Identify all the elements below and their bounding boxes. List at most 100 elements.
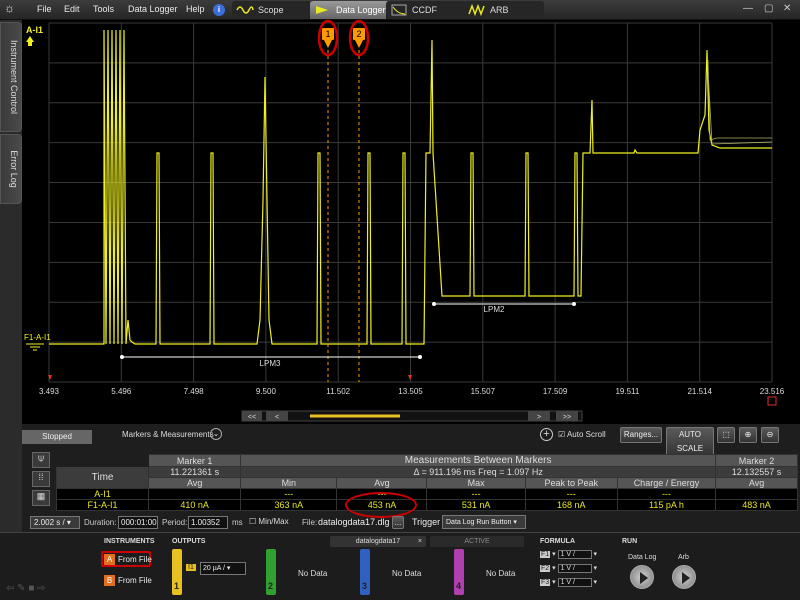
tab-scope[interactable]: Scope	[232, 1, 312, 19]
marker-2-label: 2	[356, 29, 361, 39]
check-icon: ☑	[558, 430, 567, 439]
side-tab-label: Instrument Control	[9, 39, 19, 115]
time-per-div-select[interactable]: 2.002 s / ▾	[30, 516, 80, 529]
x-tick-label: 7.498	[184, 387, 205, 396]
plot-scrollbar[interactable]: << < > >>	[241, 410, 583, 422]
formula-row-f1[interactable]: F1 ▾ 1 V / ▾	[540, 550, 597, 559]
scroll-first-button: <<	[248, 414, 256, 421]
tab-data-logger[interactable]: Data Logger	[310, 1, 394, 19]
period-input[interactable]: 1.00352	[188, 516, 228, 529]
side-tab-instrument-control[interactable]: Instrument Control	[0, 22, 22, 132]
menu-data-logger[interactable]: Data Logger	[128, 4, 178, 14]
zoom-in-icon[interactable]: ⊕	[739, 427, 757, 443]
minmax-label: Min/Max	[258, 517, 289, 526]
tab-arb[interactable]: ARB	[464, 1, 544, 19]
table-cell: 168 nA	[524, 499, 618, 511]
trigger-select[interactable]: Data Log Run Button ▾	[442, 515, 526, 529]
marker-pair-icon[interactable]: ⁞⁞	[32, 471, 50, 487]
file-label: File:	[302, 518, 318, 527]
table-cell-highlighted: 453 nA	[336, 492, 428, 518]
browse-file-button[interactable]: ...	[392, 516, 404, 529]
col-header: Min	[240, 477, 338, 489]
auto-scale-button[interactable]: AUTO SCALE	[666, 427, 714, 457]
bottom-control-bar: ⇦ ✎ ■ ⇨ INSTRUMENTS A From File B From Fil…	[0, 532, 800, 600]
marker-1-handle[interactable]: 1	[322, 28, 334, 48]
duration-input[interactable]: 000:01:00	[118, 516, 158, 529]
ground-marker-icon	[26, 343, 44, 351]
arb-wave-icon	[468, 4, 485, 16]
menu-tools[interactable]: Tools	[93, 4, 114, 14]
annotation-lpm2-label: LPM2	[484, 305, 505, 314]
marker-bottom-icon	[408, 375, 412, 380]
x-tick-label: 17.509	[543, 387, 568, 396]
marker-1-label: 1	[325, 29, 330, 39]
marker1-time: 11.221361 s	[148, 466, 242, 478]
output-1-scale-select[interactable]: 20 µA / ▾	[200, 562, 246, 575]
datalog-chart[interactable]: 1 2 LPM3 LPM2 A-I1 F1-A-I1 3.493 5.496 7.4…	[22, 20, 800, 430]
file-tab[interactable]: datalogdata17 ×	[330, 536, 426, 547]
x-tick-label: 9.500	[256, 387, 277, 396]
table-cell	[148, 488, 242, 500]
minmax-checkbox[interactable]: ☐ Min/Max	[249, 517, 289, 526]
run-arb-play-icon[interactable]	[672, 565, 696, 589]
run-datalog-play-icon[interactable]	[630, 565, 654, 589]
table-cell: 363 nA	[240, 499, 338, 511]
table-cell: ---	[240, 488, 338, 500]
tab-ccdf[interactable]: CCDF	[386, 1, 466, 19]
trace-secondary	[707, 59, 773, 145]
trigger-value: Data Log Run Button	[446, 519, 512, 526]
instrument-b[interactable]: B From File	[104, 575, 152, 586]
grid-view-icon[interactable]: ▦	[32, 490, 50, 506]
side-tab-error-log[interactable]: Error Log	[0, 134, 22, 204]
active-tab[interactable]: ACTIVE	[430, 536, 524, 547]
checkbox-icon: ☐	[249, 517, 259, 526]
formula-scale[interactable]: 1 V /	[557, 578, 592, 587]
menu-file[interactable]: File	[37, 4, 52, 14]
close-icon[interactable]: ✕	[783, 3, 791, 14]
instrument-a[interactable]: A From File	[104, 554, 152, 565]
menu-bar: ☼ File Edit Tools Data Logger Help i Sco…	[0, 0, 800, 20]
marker-2-handle[interactable]: 2	[353, 28, 365, 48]
bottom-left-tools: ⇦ ✎ ■ ⇨	[0, 577, 95, 599]
ccdf-icon	[391, 4, 407, 16]
annotation-lpm2: LPM2	[432, 302, 576, 314]
period-label: Period:	[162, 518, 188, 527]
table-cell: ---	[524, 488, 618, 500]
table-cell: 115 pA h	[616, 499, 717, 511]
auto-scroll-checkbox[interactable]: ☑ Auto Scroll	[558, 430, 606, 439]
close-icon[interactable]: ×	[418, 536, 422, 547]
zoom-box-icon[interactable]: ⬚	[717, 427, 735, 443]
marker-tool-icon[interactable]: ⍦	[32, 452, 50, 468]
end-marker-icon	[767, 396, 777, 406]
output-4-no-data: No Data	[486, 569, 516, 578]
zoom-out-icon[interactable]: ⊖	[761, 427, 779, 443]
x-tick-label: 19.511	[615, 387, 639, 396]
up-arrow-icon	[26, 36, 34, 46]
marker1-header: Marker 1	[148, 454, 242, 467]
formula-row-f2[interactable]: F2 ▾ 1 V / ▾	[540, 564, 597, 573]
menu-help[interactable]: Help	[186, 4, 205, 14]
ranges-button[interactable]: Ranges...	[620, 427, 662, 443]
col-header: Max	[426, 477, 526, 489]
maximize-icon[interactable]: ▢	[764, 3, 773, 14]
tab-label: Scope	[258, 5, 284, 15]
formula-scale[interactable]: 1 V /	[557, 564, 592, 573]
formula-name: F1	[540, 551, 551, 558]
formula-scale[interactable]: 1 V /	[557, 550, 592, 559]
table-cell: 483 nA	[715, 499, 798, 511]
auto-scroll-label: Auto Scroll	[566, 430, 606, 439]
tab-label: ARB	[490, 5, 509, 15]
menu-edit[interactable]: Edit	[64, 4, 80, 14]
tab-label: Data Logger	[336, 5, 386, 15]
scope-wave-icon	[236, 6, 254, 14]
info-icon[interactable]: i	[213, 4, 225, 16]
status-badge: Stopped	[22, 430, 92, 444]
plot-area[interactable]: 1 2 LPM3 LPM2 A-I1 F1-A-I1 3.493 5.496 7.4…	[22, 20, 800, 430]
chevron-down-icon[interactable]: ⌄	[210, 428, 222, 440]
add-measurement-icon[interactable]: +	[540, 428, 553, 441]
minimize-icon[interactable]: —	[743, 3, 753, 14]
app-logo-icon: ☼	[4, 1, 15, 15]
table-cell: ---	[616, 488, 717, 500]
col-header: Peak to Peak	[524, 477, 618, 489]
formula-row-f3[interactable]: F3 ▾ 1 V / ▾	[540, 578, 597, 587]
